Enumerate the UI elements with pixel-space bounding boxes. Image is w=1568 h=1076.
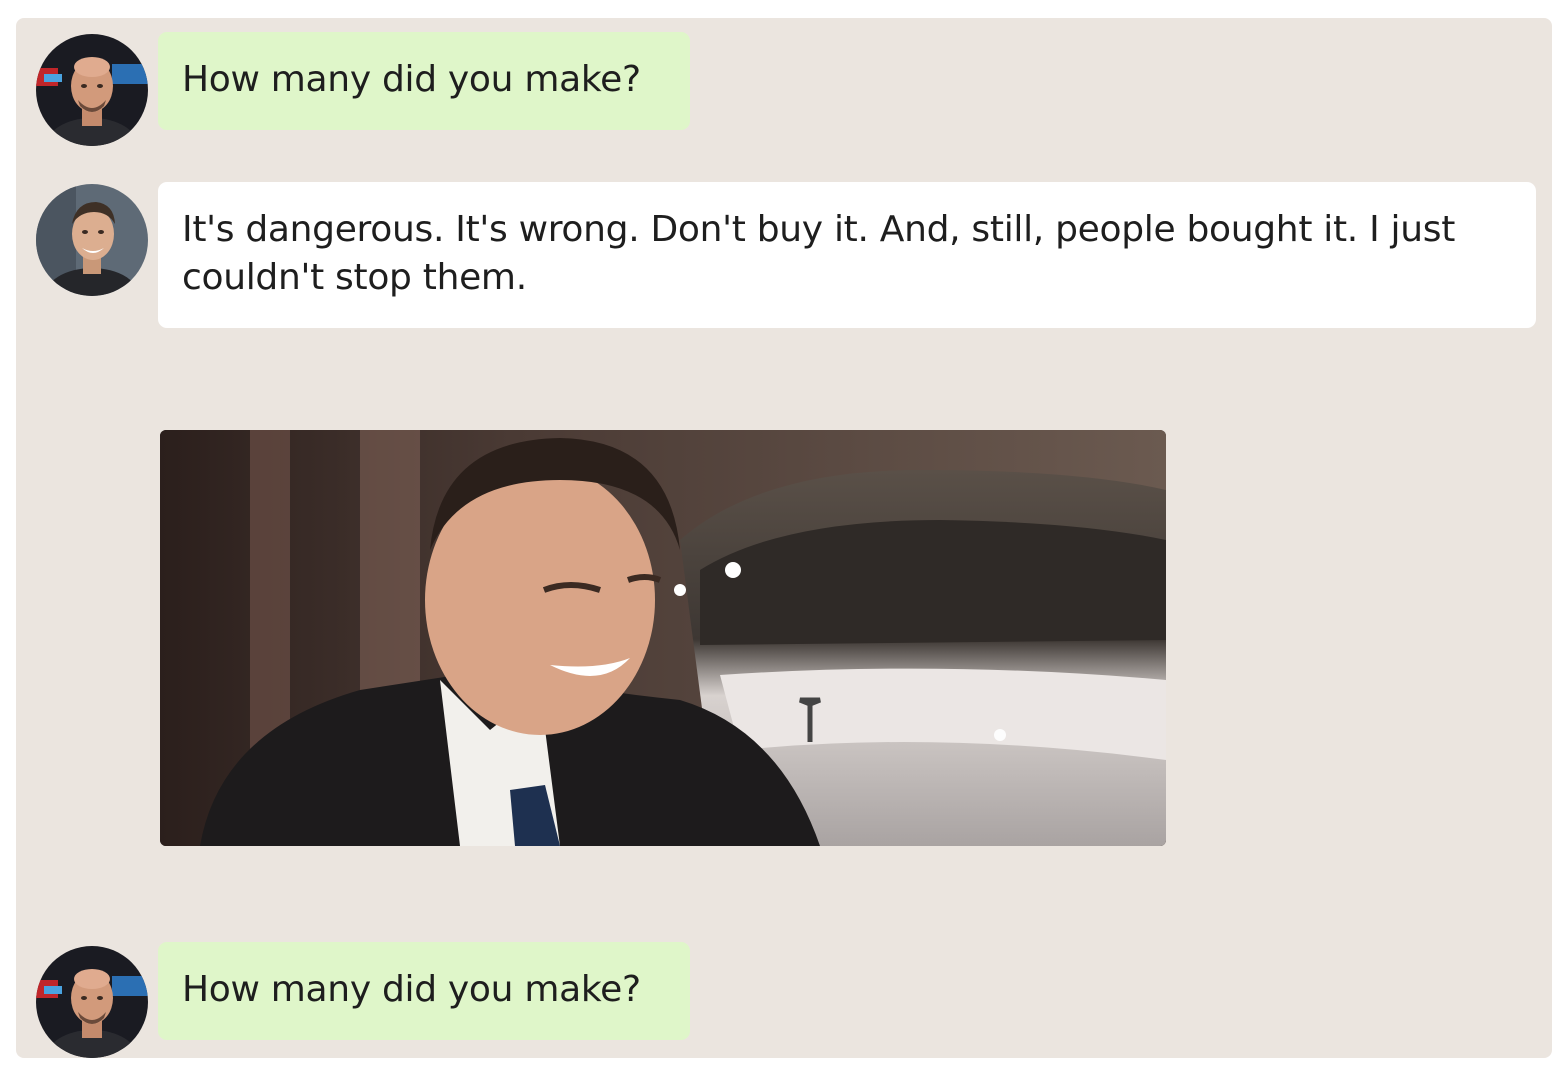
gif-message[interactable] <box>160 430 1166 846</box>
message-text: It's dangerous. It's wrong. Don't buy it… <box>182 209 1456 298</box>
message-bubble-sent[interactable]: How many did you make? <box>158 32 690 130</box>
message-text: How many did you make? <box>182 59 641 100</box>
message-bubble-sent[interactable]: How many did you make? <box>158 942 690 1040</box>
gif-image <box>160 430 1166 846</box>
avatar-joe[interactable] <box>36 34 148 146</box>
chat-window: How many did you make? It's dangerous. I… <box>16 18 1552 1058</box>
avatar-joe[interactable] <box>36 946 148 1058</box>
message-text: How many did you make? <box>182 969 641 1010</box>
avatar-elon[interactable] <box>36 184 148 296</box>
message-bubble-received[interactable]: It's dangerous. It's wrong. Don't buy it… <box>158 182 1536 328</box>
